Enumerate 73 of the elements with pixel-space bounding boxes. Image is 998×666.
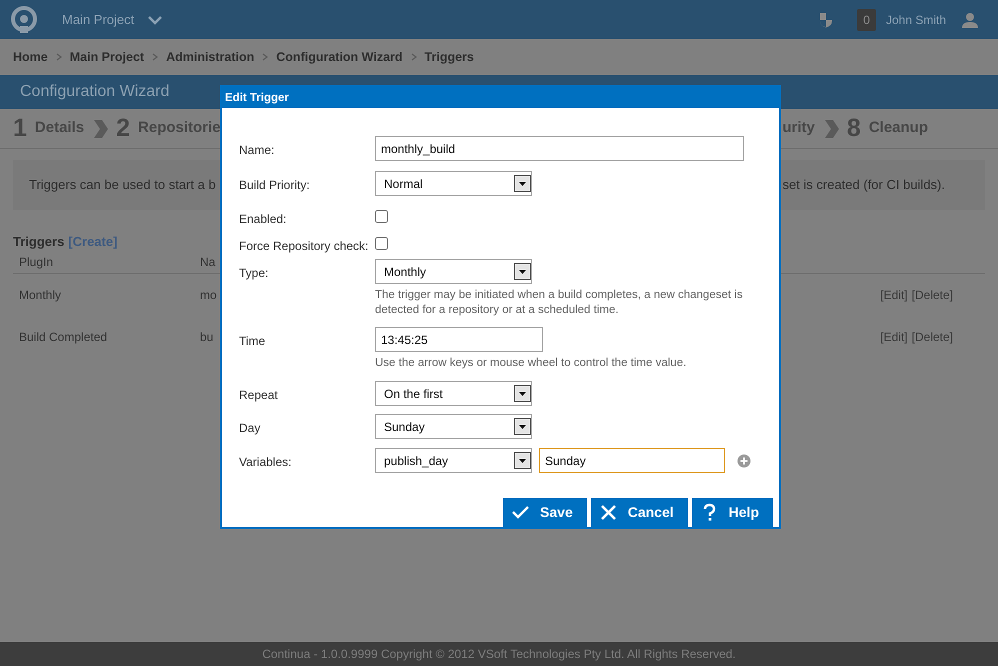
field-label: Type: bbox=[239, 265, 270, 282]
separator-icon bbox=[56, 53, 62, 61]
step-number: 1 bbox=[13, 112, 27, 144]
shield-icon bbox=[819, 12, 834, 28]
create-link[interactable]: [Create] bbox=[68, 232, 118, 252]
time-field[interactable]: 13:45:25 bbox=[375, 327, 543, 352]
field-label: Variables: bbox=[239, 454, 292, 471]
table-cell-text: Monthly bbox=[18, 286, 62, 304]
save-button[interactable]: Save bbox=[503, 498, 587, 527]
step-label[interactable]: Repositorie bbox=[138, 117, 221, 140]
info-text: Triggers can be used to start a b bbox=[29, 176, 216, 194]
caret-down-icon bbox=[514, 263, 531, 280]
help-button[interactable]: Help bbox=[692, 498, 773, 527]
add-icon[interactable] bbox=[737, 454, 751, 468]
field-label: Enabled: bbox=[239, 211, 288, 228]
dropdown[interactable]: Normal bbox=[375, 171, 532, 196]
dropdown[interactable]: publish_day bbox=[375, 448, 532, 473]
column-header: PlugIn bbox=[18, 254, 54, 271]
help-text: The trigger may be initiated when a build completes, a new changeset is detected for a repository or at a scheduled time. bbox=[375, 288, 744, 318]
breadcrumb-link[interactable]: Triggers bbox=[424, 48, 474, 66]
step-label[interactable]: Cleanup bbox=[868, 117, 928, 140]
column-header: Na bbox=[200, 254, 216, 271]
dropdown[interactable]: On the first bbox=[375, 381, 532, 406]
dropdown[interactable]: Sunday bbox=[375, 414, 532, 439]
step-number: 8 bbox=[846, 112, 861, 144]
table-cell-text: bu bbox=[200, 328, 214, 346]
breadcrumb-link[interactable]: Home bbox=[13, 48, 48, 66]
value-field[interactable]: Sunday bbox=[539, 448, 725, 473]
delete-link[interactable]: [Delete] bbox=[912, 286, 953, 304]
footer-text: Continua - 1.0.0.9999 Copyright © 2012 VSoft Technologies Pty Ltd. All Rights Reserved. bbox=[262, 646, 736, 663]
caret-down-icon bbox=[514, 418, 531, 435]
caret-down-icon bbox=[514, 385, 531, 402]
cancel-button[interactable]: Cancel bbox=[590, 498, 688, 527]
field-label: Build Priority: bbox=[239, 177, 311, 194]
field-label: Time bbox=[239, 333, 266, 350]
edit-link[interactable]: [Edit] bbox=[880, 286, 908, 304]
dropdown[interactable]: Monthly bbox=[375, 259, 532, 284]
chevron-down-icon[interactable] bbox=[148, 14, 162, 24]
delete-link[interactable]: [Delete] bbox=[912, 328, 953, 346]
step-label[interactable]: Details bbox=[34, 117, 84, 140]
checkbox[interactable] bbox=[375, 210, 388, 223]
help-text: Use the arrow keys or mouse wheel to control the time value. bbox=[375, 356, 688, 371]
project-name[interactable]: Main Project bbox=[62, 10, 134, 30]
chevron-right-icon bbox=[92, 118, 108, 138]
field-label: Repeat bbox=[239, 387, 279, 404]
field-label: Day bbox=[239, 420, 262, 437]
user-icon[interactable] bbox=[962, 12, 978, 28]
chevron-right-icon bbox=[822, 118, 839, 138]
logo-icon bbox=[10, 6, 38, 34]
table-cell-text: Build Completed bbox=[18, 328, 108, 346]
notification-count[interactable]: 0 bbox=[857, 8, 876, 30]
breadcrumb-link[interactable]: Configuration Wizard bbox=[276, 48, 403, 66]
checkbox[interactable] bbox=[375, 237, 388, 250]
text-field[interactable]: monthly_build bbox=[375, 136, 744, 161]
field-label: Name: bbox=[239, 142, 276, 159]
caret-down-icon bbox=[514, 175, 531, 192]
table-cell-text: mo bbox=[200, 286, 217, 304]
step-label[interactable]: urity bbox=[782, 117, 815, 140]
section-heading: Triggers bbox=[13, 233, 64, 251]
section-title: Configuration Wizard bbox=[20, 82, 170, 102]
separator-icon bbox=[152, 53, 158, 61]
breadcrumb-link[interactable]: Main Project bbox=[70, 48, 144, 66]
close-icon bbox=[598, 503, 618, 522]
separator-icon bbox=[410, 53, 417, 61]
separator-icon bbox=[262, 53, 268, 61]
caret-down-icon bbox=[514, 452, 531, 469]
edit-link[interactable]: [Edit] bbox=[880, 328, 908, 346]
breadcrumb-link[interactable]: Administration bbox=[166, 48, 254, 66]
info-text: set is created (for CI builds). bbox=[782, 176, 945, 194]
step-number: 2 bbox=[116, 112, 130, 144]
user-name[interactable]: John Smith bbox=[886, 10, 946, 28]
field-label: Force Repository check: bbox=[239, 238, 370, 255]
dialog-title: Edit Trigger bbox=[222, 85, 779, 108]
